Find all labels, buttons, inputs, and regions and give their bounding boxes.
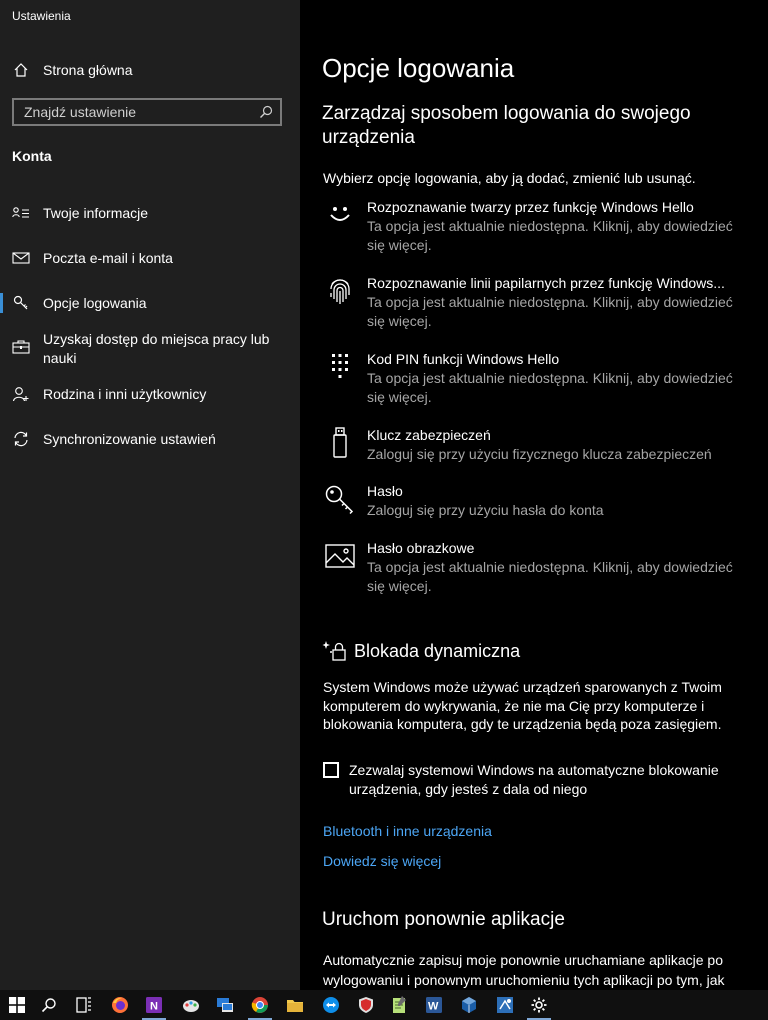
- search-box[interactable]: [12, 98, 282, 126]
- settings-window: Ustawienia Strona główna Konta Twoje inf…: [0, 0, 768, 990]
- bluetooth-devices-link[interactable]: Bluetooth i inne urządzenia: [323, 823, 492, 839]
- dynamic-lock-checkbox[interactable]: [323, 762, 339, 778]
- sync-icon: [12, 430, 30, 448]
- pin-keypad-icon: [324, 351, 356, 383]
- shield-app-icon[interactable]: [351, 990, 381, 1020]
- fingerprint-icon: [324, 275, 356, 307]
- home-icon: [12, 61, 30, 79]
- window-title: Ustawienia: [12, 9, 71, 23]
- chrome-icon[interactable]: [245, 990, 275, 1020]
- paint-icon[interactable]: [176, 990, 206, 1020]
- option-title: Klucz zabezpieczeń: [367, 427, 491, 443]
- option-desc: Ta opcja jest aktualnie niedostępna. Kli…: [367, 294, 733, 329]
- usb-key-icon: [324, 427, 356, 459]
- option-face[interactable]: Rozpoznawanie twarzy przez funkcję Windo…: [322, 199, 762, 255]
- page-title: Opcje logowania: [322, 53, 515, 83]
- firefox-icon[interactable]: [105, 990, 135, 1020]
- sidebar: Ustawienia Strona główna Konta Twoje inf…: [0, 0, 300, 990]
- option-desc: Ta opcja jest aktualnie niedostępna. Kli…: [367, 370, 733, 405]
- option-fingerprint[interactable]: Rozpoznawanie linii papilarnych przez fu…: [322, 275, 762, 331]
- dynamic-lock-icon: [322, 638, 348, 664]
- picture-icon: [324, 540, 356, 572]
- restart-apps-description: Automatycznie zapisuj moje ponownie uruc…: [323, 952, 725, 988]
- sidebar-item-label: Synchronizowanie ustawień: [43, 431, 216, 447]
- windows-start-icon[interactable]: [2, 990, 32, 1020]
- virtualbox-icon[interactable]: [454, 990, 484, 1020]
- svg-text:N: N: [150, 1001, 158, 1013]
- restart-apps-title: Uruchom ponownie aplikacje: [322, 909, 565, 930]
- option-title: Rozpoznawanie twarzy przez funkcję Windo…: [367, 199, 694, 215]
- password-key-icon: [324, 483, 356, 515]
- home-nav-item[interactable]: Strona główna: [0, 56, 300, 84]
- option-security-key[interactable]: Klucz zabezpieczeń Zaloguj się przy użyc…: [322, 427, 762, 467]
- sidebar-item-label: Opcje logowania: [43, 295, 147, 311]
- settings-icon[interactable]: [524, 990, 554, 1020]
- briefcase-icon: [12, 338, 30, 356]
- main-content: Opcje logowania Zarządzaj sposobem logow…: [300, 0, 768, 990]
- word-icon[interactable]: W: [419, 990, 449, 1020]
- sidebar-item-label: Twoje informacje: [43, 205, 149, 221]
- page-subtitle: Zarządzaj sposobem logowania do swojego …: [322, 103, 691, 148]
- option-pin[interactable]: Kod PIN funkcji Windows Hello Ta opcja j…: [322, 351, 762, 407]
- sidebar-item-label: Rodzina i inni użytkownicy: [43, 386, 207, 402]
- option-title: Hasło: [367, 483, 403, 499]
- sidebar-item-poczta[interactable]: Poczta e-mail i konta: [0, 249, 300, 269]
- file-explorer-icon[interactable]: [280, 990, 310, 1020]
- key-icon: [12, 294, 30, 312]
- sidebar-item-rodzina[interactable]: Rodzina i inni użytkownicy: [0, 385, 300, 405]
- teamviewer-icon[interactable]: [316, 990, 346, 1020]
- dynamic-lock-title: Blokada dynamiczna: [354, 641, 521, 661]
- search-icon[interactable]: [258, 104, 274, 120]
- home-label: Strona główna: [43, 61, 133, 78]
- sidebar-item-twoje-informacje[interactable]: Twoje informacje: [0, 204, 300, 224]
- sidebar-item-praca-nauka[interactable]: Uzyskaj dostęp do miejsca pracy lub nauk…: [0, 330, 300, 370]
- remote-desktop-icon[interactable]: [210, 990, 240, 1020]
- option-password[interactable]: Hasło Zaloguj się przy użyciu hasła do k…: [322, 483, 762, 523]
- svg-text:W: W: [428, 1001, 439, 1013]
- intro-text: Wybierz opcję logowania, aby ją dodać, z…: [323, 170, 696, 186]
- option-desc: Zaloguj się przy użyciu hasła do konta: [367, 502, 604, 518]
- person-add-icon: [12, 385, 30, 403]
- dynamic-lock-checkbox-label[interactable]: Zezwalaj systemowi Windows na automatycz…: [349, 761, 744, 799]
- option-title: Kod PIN funkcji Windows Hello: [367, 351, 560, 367]
- option-picture-password[interactable]: Hasło obrazkowe Ta opcja jest aktualnie …: [322, 540, 762, 596]
- dynamic-lock-description: System Windows może używać urządzeń spar…: [323, 679, 722, 732]
- dynamic-lock-header: Blokada dynamiczna: [322, 638, 742, 664]
- option-desc: Zaloguj się przy użyciu fizycznego klucz…: [367, 446, 712, 462]
- learn-more-link[interactable]: Dowiedz się więcej: [323, 853, 441, 869]
- active-indicator: [0, 293, 3, 313]
- taskbar: N W: [0, 990, 768, 1020]
- face-icon: [324, 199, 356, 231]
- section-header-konta: Konta: [12, 148, 52, 164]
- option-title: Rozpoznawanie linii papilarnych przez fu…: [367, 275, 725, 291]
- person-card-icon: [12, 204, 30, 222]
- search-input[interactable]: [14, 100, 264, 124]
- notepad-icon[interactable]: [384, 990, 414, 1020]
- network-tool-icon[interactable]: [490, 990, 520, 1020]
- option-desc: Ta opcja jest aktualnie niedostępna. Kli…: [367, 218, 733, 253]
- option-desc: Ta opcja jest aktualnie niedostępna. Kli…: [367, 559, 733, 594]
- task-view-icon[interactable]: [69, 990, 99, 1020]
- sidebar-item-synchronizacja[interactable]: Synchronizowanie ustawień: [0, 430, 300, 450]
- search-icon[interactable]: [34, 990, 64, 1020]
- sidebar-item-opcje-logowania[interactable]: Opcje logowania: [0, 293, 300, 314]
- option-title: Hasło obrazkowe: [367, 540, 475, 556]
- sidebar-item-label: Uzyskaj dostęp do miejsca pracy lub nauk…: [43, 331, 270, 366]
- mail-icon: [12, 249, 30, 267]
- onenote-icon[interactable]: N: [139, 990, 169, 1020]
- sidebar-item-label: Poczta e-mail i konta: [43, 250, 173, 266]
